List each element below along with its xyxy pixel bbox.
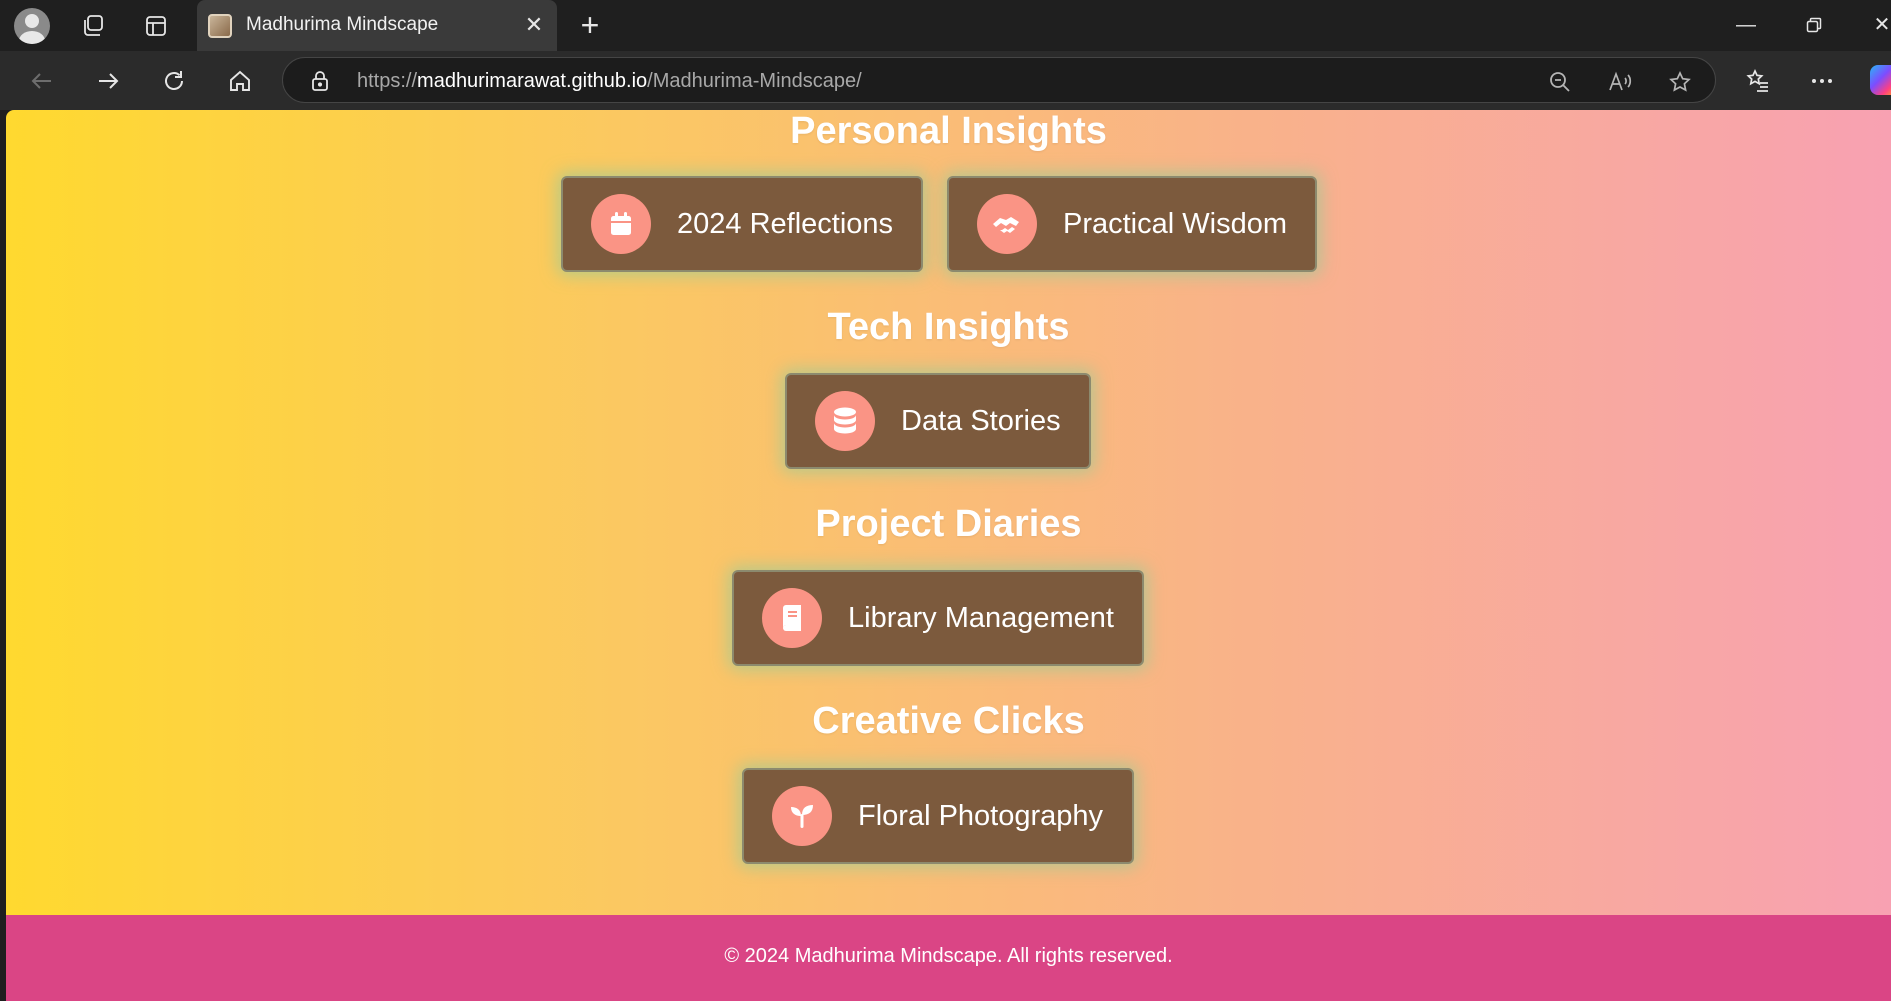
url-text[interactable]: https://madhurimarawat.github.io/Madhuri… [357,70,862,93]
section-title-creative-clicks: Creative Clicks [812,700,1085,742]
zoom-out-icon[interactable] [1546,68,1574,96]
refresh-icon[interactable] [154,61,194,101]
browser-toolbar: https://madhurimarawat.github.io/Madhuri… [0,51,1891,110]
copilot-icon[interactable] [1870,65,1891,95]
tab-actions-icon[interactable] [138,8,174,44]
card-label: Library Management [848,601,1114,634]
site-favicon-icon [208,14,232,38]
workspaces-icon[interactable] [75,8,111,44]
restore-icon[interactable] [1792,8,1836,42]
card-label: 2024 Reflections [677,207,894,240]
minimize-icon[interactable]: — [1724,8,1768,42]
tab-madhurima-mindscape[interactable]: Madhurima Mindscape ✕ [197,0,557,51]
favorite-star-icon[interactable] [1666,68,1694,96]
url-scheme: https:// [357,70,418,92]
card-label: Practical Wisdom [1063,207,1287,240]
site-info-lock-icon[interactable] [309,70,331,97]
handshake-icon [977,194,1037,254]
copyright-text: © 2024 Madhurima Mindscape. All rights r… [724,945,1173,967]
tab-title: Madhurima Mindscape [246,14,439,35]
close-window-icon[interactable]: ✕ [1860,8,1891,42]
card-data-stories[interactable]: Data Stories [785,373,1091,469]
seedling-icon [772,786,832,846]
section-title-project-diaries: Project Diaries [815,503,1082,545]
card-2024-reflections[interactable]: 2024 Reflections [561,176,923,272]
favorites-icon[interactable] [1740,63,1776,99]
page-viewport: Personal Insights 2024 Reflections Pract… [6,110,1891,1001]
browser-titlebar: Madhurima Mindscape ✕ + — ✕ [0,0,1891,51]
close-tab-icon[interactable]: ✕ [521,12,547,38]
card-practical-wisdom[interactable]: Practical Wisdom [947,176,1317,272]
new-tab-icon[interactable]: + [572,8,608,44]
profile-avatar[interactable] [14,8,50,44]
database-icon [815,391,875,451]
address-bar[interactable]: https://madhurimarawat.github.io/Madhuri… [282,57,1716,103]
read-aloud-icon[interactable] [1606,68,1634,96]
forward-icon[interactable] [88,61,128,101]
home-icon[interactable] [220,61,260,101]
card-floral-photography[interactable]: Floral Photography [742,768,1134,864]
url-path: /Madhurima-Mindscape/ [647,70,862,92]
more-menu-icon[interactable] [1804,63,1840,99]
card-label: Floral Photography [858,799,1104,832]
calendar-icon [591,194,651,254]
section-title-tech-insights: Tech Insights [827,306,1070,348]
book-icon [762,588,822,648]
back-icon[interactable] [22,61,62,101]
url-host: madhurimarawat.github.io [417,70,648,92]
page-footer: © 2024 Madhurima Mindscape. All rights r… [6,915,1891,1001]
card-label: Data Stories [901,404,1061,437]
card-library-management[interactable]: Library Management [732,570,1144,666]
section-title-personal-insights: Personal Insights [790,110,1107,152]
